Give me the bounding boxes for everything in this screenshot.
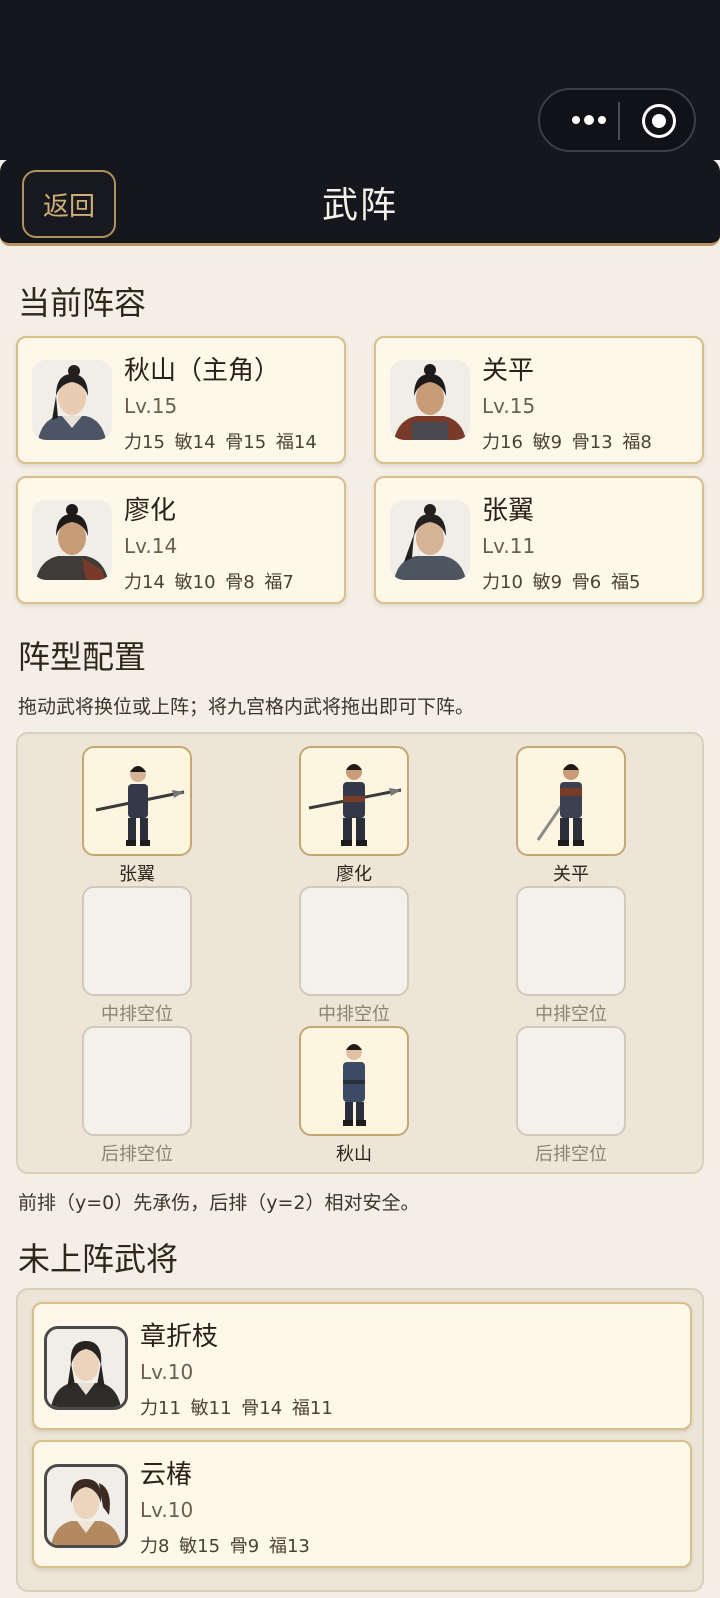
hero-name: 关平 [482, 356, 535, 386]
grid-slot[interactable] [516, 746, 626, 856]
grid-slot-label: 后排空位 [535, 1144, 607, 1165]
hero-portrait-icon [44, 1326, 128, 1410]
hero-portrait-icon [390, 500, 470, 580]
grid-slot-empty[interactable] [82, 1026, 192, 1136]
hero-stats: 力10 敏9 骨6 福5 [482, 572, 641, 593]
lineup-card[interactable]: 关平 Lv.15 力16 敏9 骨13 福8 [374, 336, 704, 464]
section-title-current: 当前阵容 [18, 284, 147, 322]
hero-level: Lv.10 [140, 1360, 194, 1384]
grid-slot-label: 中排空位 [101, 1004, 173, 1025]
section-title-bench: 未上阵武将 [18, 1240, 179, 1278]
grid-slot-label: 张翼 [119, 864, 155, 885]
hero-portrait-icon [390, 360, 470, 440]
hero-stats: 力14 敏10 骨8 福7 [124, 572, 294, 593]
close-target-icon[interactable] [642, 104, 676, 138]
mini-program-capsule [538, 88, 696, 152]
hero-portrait-icon [32, 500, 112, 580]
hero-level: Lv.15 [482, 394, 536, 418]
grid-slot-empty[interactable] [82, 886, 192, 996]
lineup-card[interactable]: 廖化 Lv.14 力14 敏10 骨8 福7 [16, 476, 346, 604]
grid-slot-empty[interactable] [516, 886, 626, 996]
hero-name: 张翼 [482, 496, 535, 526]
hero-stats: 力11 敏11 骨14 福11 [140, 1398, 333, 1419]
more-icon[interactable] [564, 90, 614, 150]
grid-slot-label: 中排空位 [535, 1004, 607, 1025]
formation-note: 前排（y=0）先承伤，后排（y=2）相对安全。 [18, 1192, 420, 1214]
grid-slot-label: 秋山 [336, 1144, 372, 1165]
lineup-card[interactable]: 张翼 Lv.11 力10 敏9 骨6 福5 [374, 476, 704, 604]
capsule-divider [618, 102, 620, 140]
hero-name: 秋山（主角） [124, 356, 281, 386]
grid-slot-empty[interactable] [299, 886, 409, 996]
hero-level: Lv.15 [124, 394, 178, 418]
hero-name: 章折枝 [140, 1322, 219, 1352]
bench-card[interactable]: 章折枝 Lv.10 力11 敏11 骨14 福11 [32, 1302, 692, 1430]
grid-slot[interactable] [299, 746, 409, 856]
bench-card[interactable]: 云椿 Lv.10 力8 敏15 骨9 福13 [32, 1440, 692, 1568]
grid-slot-label: 关平 [553, 864, 589, 885]
hero-stats: 力16 敏9 骨13 福8 [482, 432, 652, 453]
hero-portrait-icon [44, 1464, 128, 1548]
hero-stats: 力15 敏14 骨15 福14 [124, 432, 317, 453]
grid-slot-label: 廖化 [336, 864, 372, 885]
lineup-card[interactable]: 秋山（主角） Lv.15 力15 敏14 骨15 福14 [16, 336, 346, 464]
status-bar [0, 0, 720, 160]
grid-slot[interactable] [82, 746, 192, 856]
back-button[interactable]: 返回 [22, 170, 116, 238]
grid-slot[interactable] [299, 1026, 409, 1136]
formation-grid: 张翼 廖化 关平 中排空位 中排空位 中排空位 后排空位 秋山 后排空位 [16, 732, 704, 1174]
bench-list: 章折枝 Lv.10 力11 敏11 骨14 福11 云椿 Lv.10 力8 敏1… [16, 1288, 704, 1592]
nav-bar: 返回 武阵 [0, 158, 720, 246]
grid-slot-label: 中排空位 [318, 1004, 390, 1025]
hero-level: Lv.14 [124, 534, 178, 558]
hero-level: Lv.10 [140, 1498, 194, 1522]
section-title-formation: 阵型配置 [18, 638, 147, 676]
grid-slot-empty[interactable] [516, 1026, 626, 1136]
hero-stats: 力8 敏15 骨9 福13 [140, 1536, 310, 1557]
hero-portrait-icon [32, 360, 112, 440]
hero-name: 廖化 [124, 496, 177, 526]
hero-level: Lv.11 [482, 534, 536, 558]
hero-name: 云椿 [140, 1460, 193, 1490]
grid-slot-label: 后排空位 [101, 1144, 173, 1165]
formation-hint: 拖动武将换位或上阵；将九宫格内武将拖出即可下阵。 [18, 696, 475, 718]
